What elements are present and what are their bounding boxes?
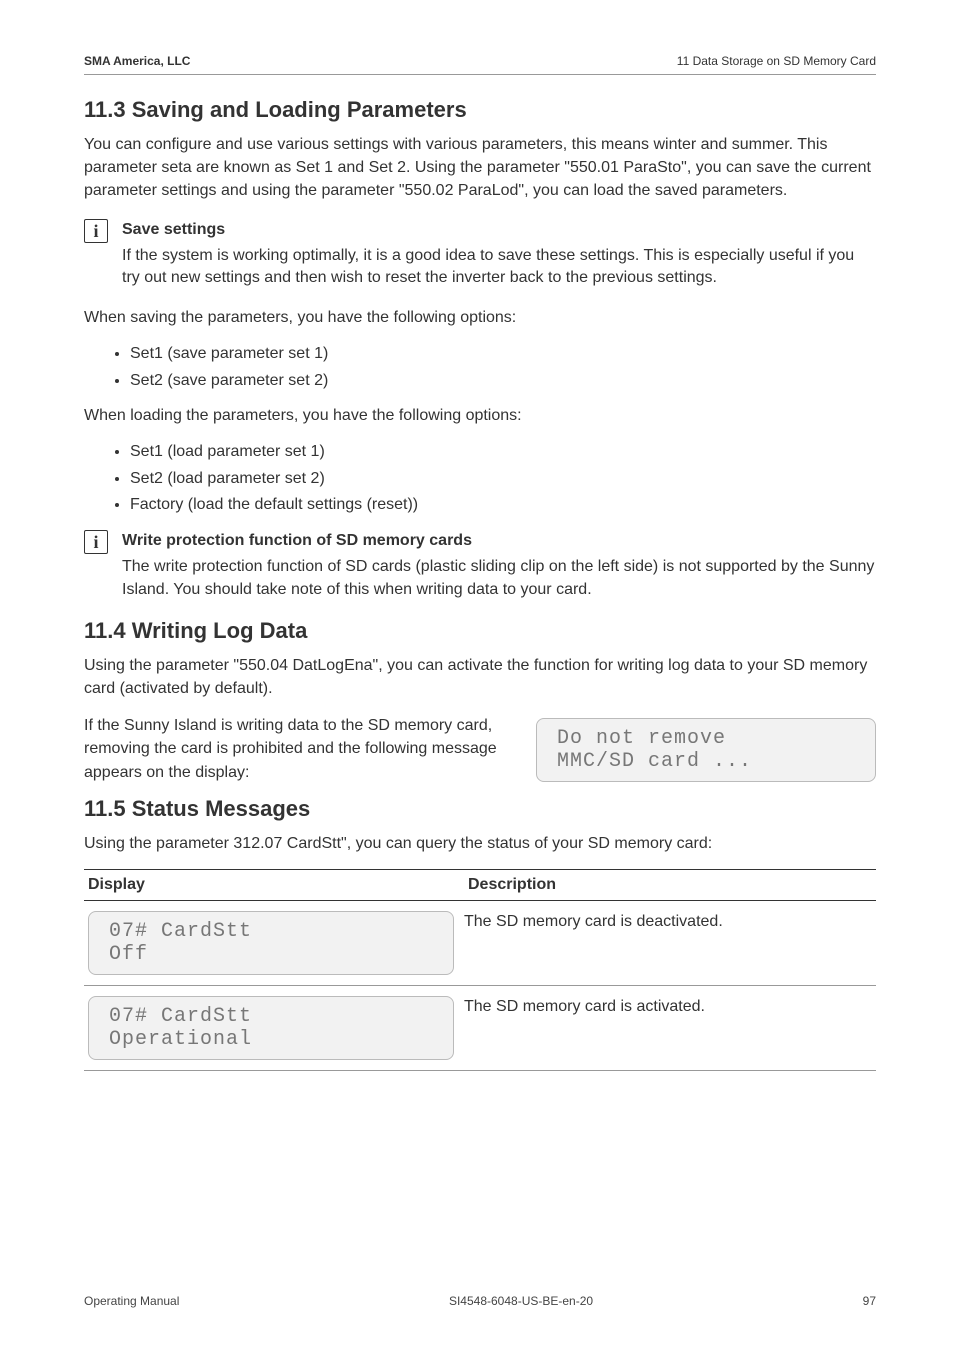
row-desc: The SD memory card is deactivated. [464, 909, 876, 931]
footer-left: Operating Manual [84, 1294, 179, 1308]
lcd-line: 07# CardStt [109, 920, 433, 943]
section-11-4-title: 11.4 Writing Log Data [84, 618, 876, 644]
lcd-display-operational: 07# CardStt Operational [88, 996, 454, 1060]
col-display: Display [84, 876, 468, 894]
writing-log-row: If the Sunny Island is writing data to t… [84, 714, 876, 784]
loading-options-list: Set1 (load parameter set 1) Set2 (load p… [84, 441, 876, 516]
list-item: Set2 (save parameter set 2) [130, 370, 876, 392]
saving-options-list: Set1 (save parameter set 1) Set2 (save p… [84, 343, 876, 392]
col-description: Description [468, 876, 876, 894]
lcd-line: Operational [109, 1028, 433, 1051]
header-right: 11 Data Storage on SD Memory Card [677, 54, 876, 68]
info-wp-text: The write protection function of SD card… [122, 556, 876, 601]
loading-lead: When loading the parameters, you have th… [84, 404, 876, 427]
lcd-display-off: 07# CardStt Off [88, 911, 454, 975]
section-11-3-intro: You can configure and use various settin… [84, 133, 876, 203]
page: SMA America, LLC 11 Data Storage on SD M… [0, 0, 954, 1352]
page-footer: Operating Manual SI4548-6048-US-BE-en-20… [84, 1294, 876, 1308]
footer-center: SI4548-6048-US-BE-en-20 [449, 1294, 593, 1308]
list-item: Set1 (load parameter set 1) [130, 441, 876, 463]
footer-right: 97 [863, 1294, 876, 1308]
info-write-protection: i Write protection function of SD memory… [84, 528, 876, 609]
row-desc: The SD memory card is activated. [464, 994, 876, 1016]
info-save-text: If the system is working optimally, it i… [122, 245, 876, 290]
list-item: Factory (load the default settings (rese… [130, 494, 876, 516]
status-table-header: Display Description [84, 869, 876, 901]
list-item: Set2 (load parameter set 2) [130, 468, 876, 490]
info-save-settings: i Save settings If the system is working… [84, 217, 876, 298]
section-11-3-title: 11.3 Saving and Loading Parameters [84, 97, 876, 123]
info-icon: i [84, 219, 108, 243]
lcd-display-remove: Do not remove MMC/SD card ... [536, 718, 876, 782]
lcd-line: Do not remove [557, 727, 855, 750]
page-header: SMA America, LLC 11 Data Storage on SD M… [84, 54, 876, 75]
table-row: 07# CardStt Off The SD memory card is de… [84, 901, 876, 986]
lcd-line: Off [109, 943, 433, 966]
lcd-line: MMC/SD card ... [557, 750, 855, 773]
table-row: 07# CardStt Operational The SD memory ca… [84, 986, 876, 1071]
section-11-5-title: 11.5 Status Messages [84, 796, 876, 822]
writing-log-para: If the Sunny Island is writing data to t… [84, 714, 506, 784]
info-wp-title: Write protection function of SD memory c… [122, 532, 876, 550]
info-save-title: Save settings [122, 221, 876, 239]
list-item: Set1 (save parameter set 1) [130, 343, 876, 365]
saving-lead: When saving the parameters, you have the… [84, 306, 876, 329]
info-icon: i [84, 530, 108, 554]
section-11-4-intro: Using the parameter "550.04 DatLogEna", … [84, 654, 876, 700]
section-11-5-intro: Using the parameter 312.07 CardStt", you… [84, 832, 876, 855]
header-left: SMA America, LLC [84, 54, 190, 68]
lcd-line: 07# CardStt [109, 1005, 433, 1028]
